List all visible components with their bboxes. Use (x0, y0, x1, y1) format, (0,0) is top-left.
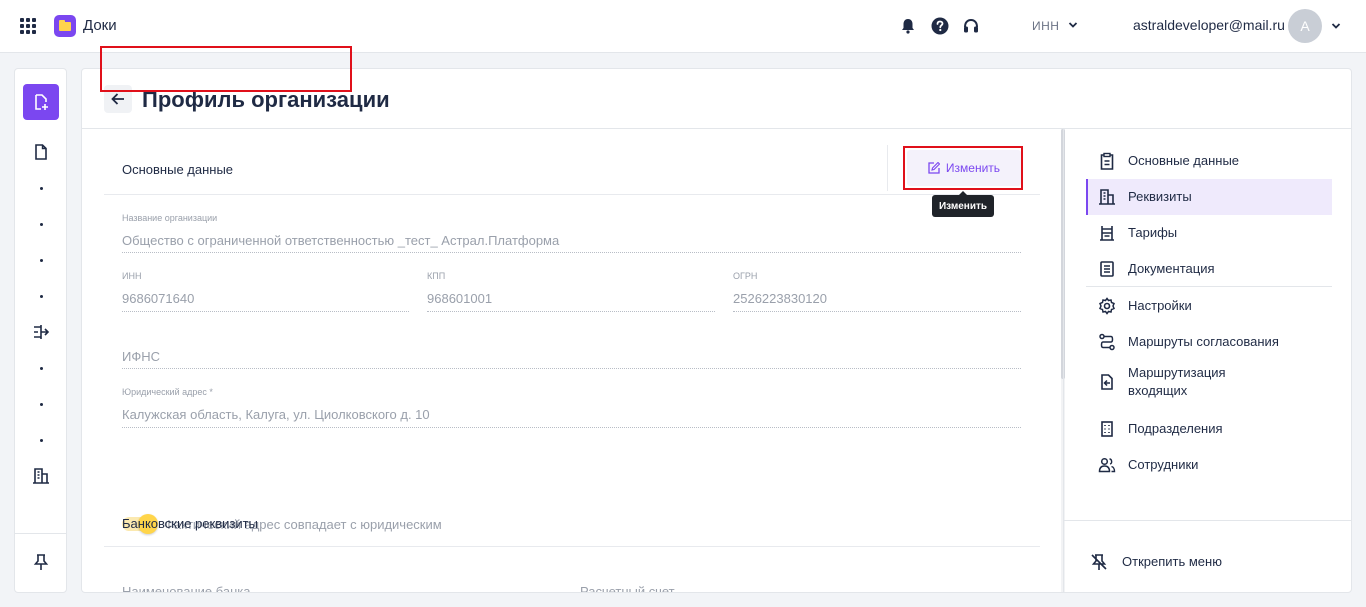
headset-icon[interactable] (962, 17, 980, 35)
nav-label: Подразделения (1128, 421, 1223, 436)
unpin-menu-button[interactable]: Открепить меню (1086, 547, 1332, 577)
organization-profile-card: Профиль организации Основные данные Изме… (81, 46, 1352, 593)
inn-label: ИНН (122, 271, 142, 281)
kpp-value[interactable]: 968601001 (427, 291, 492, 306)
inn-value[interactable]: 9686071640 (122, 291, 194, 306)
kpp-label: КПП (427, 271, 446, 281)
rail-dot[interactable] (40, 367, 43, 370)
rail-dot[interactable] (40, 223, 43, 226)
chevron-down-icon[interactable] (1331, 21, 1341, 31)
document-icon[interactable] (32, 143, 50, 161)
ifns-placeholder[interactable]: ИФНС (122, 349, 160, 364)
rail-dot[interactable] (40, 439, 43, 442)
apps-grid-icon[interactable] (20, 18, 36, 34)
add-document-icon (35, 94, 48, 110)
kpp-field[interactable]: КПП 968601001 (427, 271, 715, 312)
nav-label: Тарифы (1128, 225, 1178, 240)
edit-separator (887, 145, 888, 191)
bell-icon[interactable] (899, 17, 917, 35)
org-name-label: Название организации (122, 213, 218, 223)
incoming-routing-icon (1101, 374, 1113, 390)
nav-item-documentation[interactable]: Документация (1086, 251, 1332, 287)
inn-select[interactable]: ИНН (1032, 19, 1059, 33)
rail-divider (15, 533, 66, 534)
nav-label: Документация (1128, 261, 1215, 276)
unpin-label: Открепить меню (1122, 554, 1222, 569)
section-divider (104, 546, 1040, 547)
nav-item-tariffs[interactable]: Тарифы (1086, 215, 1332, 251)
nav-bottom-divider (1064, 520, 1351, 521)
route-icon (1099, 333, 1115, 351)
nav-label: Основные данные (1128, 153, 1240, 168)
legal-address-label: Юридический адрес * (122, 387, 213, 397)
new-document-button[interactable] (23, 84, 59, 120)
nav-item-departments[interactable]: Подразделения (1086, 411, 1332, 447)
app-logo-folder-icon[interactable] (54, 15, 76, 37)
nav-item-approval-routes[interactable]: Маршруты согласования (1086, 324, 1332, 360)
rail-dot[interactable] (40, 259, 43, 262)
arrow-left-icon (111, 93, 124, 105)
avatar[interactable]: A (1288, 9, 1322, 43)
pin-icon[interactable] (32, 553, 50, 571)
tariff-icon (1100, 226, 1114, 241)
ogrn-value[interactable]: 2526223830120 (733, 291, 827, 306)
building-icon (1099, 189, 1115, 205)
office-building-icon (1101, 421, 1113, 437)
ogrn-label: ОГРН (733, 271, 758, 281)
routes-icon[interactable] (32, 323, 50, 341)
ogrn-field[interactable]: ОГРН 2526223830120 (733, 271, 1021, 312)
ifns-field[interactable]: ИФНС (122, 347, 1021, 369)
rail-dot[interactable] (40, 403, 43, 406)
nav-item-main-data[interactable]: Основные данные (1086, 143, 1332, 179)
nav-item-requisites[interactable]: Реквизиты (1086, 179, 1332, 215)
nav-label: Сотрудники (1128, 457, 1199, 472)
rail-dot[interactable] (40, 295, 43, 298)
nav-item-incoming-routing[interactable]: Маршрутизация входящих (1086, 360, 1332, 404)
nav-label: Реквизиты (1128, 189, 1192, 204)
building-icon[interactable] (32, 467, 50, 485)
bank-section-title: Банковские реквизиты (122, 516, 258, 531)
document-list-icon (1100, 261, 1114, 277)
highlight-box (100, 46, 352, 92)
account-label: Расчетный счет (580, 584, 675, 593)
people-icon (1098, 457, 1116, 473)
user-email[interactable]: astraldeveloper@mail.ru (1133, 17, 1285, 33)
org-name-value[interactable]: Общество с ограниченной ответственностью… (122, 233, 559, 248)
app-title[interactable]: Доки (83, 17, 117, 34)
nav-item-settings[interactable]: Настройки (1086, 288, 1332, 324)
highlight-box (903, 146, 1023, 190)
inn-field[interactable]: ИНН 9686071640 (122, 271, 409, 312)
nav-separator (1086, 286, 1332, 287)
gear-icon (1099, 297, 1115, 315)
section-divider (104, 194, 1040, 195)
nav-label: Маршрутизация входящих (1128, 365, 1226, 398)
left-rail (14, 68, 67, 593)
org-name-field[interactable]: Название организации Общество с ограниче… (122, 213, 1021, 253)
nav-label: Маршруты согласования (1128, 334, 1279, 349)
legal-address-value[interactable]: Калужская область, Калуга, ул. Циолковск… (122, 407, 430, 422)
nav-item-employees[interactable]: Сотрудники (1086, 447, 1332, 483)
unpin-icon (1091, 554, 1107, 570)
nav-label: Настройки (1128, 298, 1192, 313)
main-data-section-title: Основные данные (122, 162, 234, 177)
rail-dot[interactable] (40, 187, 43, 190)
help-icon[interactable] (931, 17, 949, 35)
chevron-down-icon[interactable] (1068, 20, 1078, 30)
bank-name-label: Наименование банка (122, 584, 251, 593)
profile-side-nav: Основные данные Реквизиты Тарифы Докумен… (100, 46, 1351, 592)
clipboard-icon (1100, 152, 1114, 170)
form-area: Основные данные Изменить Изменить Назван… (82, 129, 1063, 593)
legal-address-field[interactable]: Юридический адрес * Калужская область, К… (122, 387, 1021, 428)
